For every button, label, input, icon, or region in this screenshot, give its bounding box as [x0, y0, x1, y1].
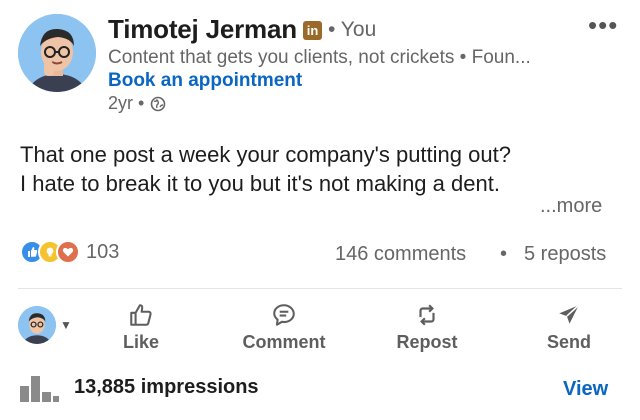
author-avatar[interactable] [18, 14, 96, 92]
send-icon [559, 304, 580, 324]
thumbs-up-icon [130, 304, 152, 326]
book-appointment-link[interactable]: Book an appointment [108, 70, 302, 92]
reactions-summary[interactable]: 103 [20, 240, 119, 264]
post-meta: 2yr • [108, 93, 166, 114]
globe-icon [151, 96, 166, 111]
author-name[interactable]: Timotej Jerman [108, 14, 297, 45]
view-analytics-link[interactable]: View [563, 378, 608, 401]
post-line-2: I hate to break it to you but it's not m… [20, 171, 500, 196]
chevron-down-icon: ▼ [60, 318, 72, 332]
like-label: Like [122, 332, 160, 352]
actor-avatar [18, 306, 56, 344]
bar-chart-icon [20, 376, 59, 402]
impressions-row[interactable]: 13,885 impressions [18, 372, 259, 402]
author-headline: Content that gets you clients, not crick… [108, 47, 531, 68]
love-icon [56, 240, 80, 264]
counts-separator: • [500, 243, 508, 265]
see-more-link[interactable]: ...more [540, 195, 602, 218]
comment-icon [273, 304, 295, 326]
connection-degree: • You [328, 18, 377, 41]
like-button[interactable]: Like [86, 302, 196, 353]
actor-switcher[interactable]: ▼ [18, 306, 72, 344]
post-age: 2yr • [108, 93, 145, 113]
comment-button[interactable]: Comment [229, 302, 339, 353]
repost-icon [419, 304, 435, 326]
feed-post: Timotej Jerman in • You ••• Content that… [0, 0, 640, 420]
repost-label: Repost [396, 332, 458, 352]
divider [18, 288, 622, 289]
send-label: Send [546, 332, 591, 352]
impressions-count: 13,885 impressions [74, 375, 259, 398]
comments-count[interactable]: 146 comments [335, 243, 466, 266]
send-button[interactable]: Send [514, 302, 624, 353]
linkedin-icon: in [303, 21, 322, 40]
comment-label: Comment [242, 332, 326, 352]
post-body: That one post a week your company's putt… [20, 140, 511, 198]
more-options-icon[interactable]: ••• [588, 12, 618, 38]
reaction-count: 103 [86, 240, 120, 263]
repost-button[interactable]: Repost [372, 302, 482, 353]
post-line-1: That one post a week your company's putt… [20, 142, 511, 167]
reposts-count[interactable]: 5 reposts [524, 243, 606, 266]
